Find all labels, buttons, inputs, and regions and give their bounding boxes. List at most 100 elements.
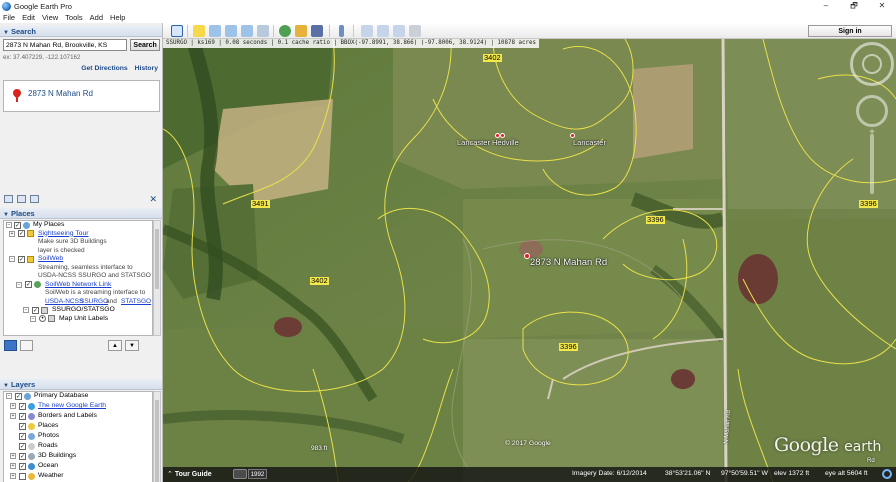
checkbox[interactable]: ✓: [19, 462, 26, 470]
history-link[interactable]: History: [135, 65, 158, 72]
layer-row[interactable]: − ✓ Primary Database: [4, 392, 152, 402]
place-label-lancaster-hedville[interactable]: Lancaster Hedville: [457, 138, 519, 147]
historical-imagery-button[interactable]: [233, 469, 247, 479]
menu-file[interactable]: File: [3, 13, 15, 22]
expand-icon[interactable]: +: [10, 453, 16, 459]
move-up-button[interactable]: ▲: [108, 340, 122, 351]
copy-icon[interactable]: [17, 195, 26, 203]
layer-row[interactable]: ✓ Photos: [4, 432, 152, 442]
usda-ncss-link[interactable]: USDA-NCSS: [45, 298, 83, 305]
tree-row-ssurgo[interactable]: − ✓ SSURGO/STATSGO: [4, 306, 152, 315]
ruler-icon[interactable]: [339, 25, 344, 37]
record-tour-icon[interactable]: [257, 25, 269, 37]
add-overlay-icon[interactable]: [241, 25, 253, 37]
soil-map-unit-label[interactable]: 3402: [310, 277, 329, 285]
add-placemark-icon[interactable]: [193, 25, 205, 37]
checkbox[interactable]: ✓: [32, 306, 39, 314]
place-label-lancaster[interactable]: Lancaster: [573, 138, 606, 147]
checkbox[interactable]: [19, 472, 26, 480]
sunlight-icon[interactable]: [295, 25, 307, 37]
sidebar-toggle-icon[interactable]: [171, 25, 183, 37]
planets-icon[interactable]: [311, 25, 323, 37]
menu-edit[interactable]: Edit: [22, 13, 35, 22]
add-to-places-icon[interactable]: [4, 195, 13, 203]
ssurgo-link[interactable]: SSURGO: [80, 298, 108, 305]
zoom-slider[interactable]: [870, 134, 874, 194]
layer-row[interactable]: + Weather: [4, 472, 152, 482]
statsgo-link[interactable]: STATSGO: [121, 298, 151, 305]
places-scrollbar[interactable]: [153, 220, 161, 336]
tree-row-my-places[interactable]: − ✓ My Places: [4, 221, 152, 230]
clear-search-icon[interactable]: ✕: [149, 194, 157, 205]
expand-icon[interactable]: +: [10, 463, 16, 469]
soil-map-unit-label[interactable]: 3396: [559, 343, 578, 351]
layer-row[interactable]: ✓ Roads: [4, 442, 152, 452]
imagery-year-label[interactable]: 1992: [248, 469, 267, 479]
checkbox[interactable]: ✓: [19, 452, 26, 460]
map-viewport[interactable]: SSURGO | ks169 | 0.08 seconds | 0.1 cach…: [163, 39, 896, 482]
move-down-button[interactable]: ▼: [125, 340, 139, 351]
search-result-item[interactable]: 2873 N Mahan Rd: [3, 80, 160, 112]
layer-row[interactable]: ✓ Places: [4, 422, 152, 432]
search-button[interactable]: Search: [130, 39, 160, 51]
move-joystick-icon[interactable]: [856, 95, 888, 127]
tour-guide-button[interactable]: ⌃ Tour Guide: [167, 470, 212, 478]
checkbox[interactable]: ✓: [19, 442, 26, 450]
layer-row[interactable]: + ✓ Ocean: [4, 462, 152, 472]
collapse-icon[interactable]: −: [9, 256, 15, 262]
checkbox[interactable]: ✓: [19, 432, 26, 440]
collapse-icon[interactable]: −: [23, 307, 29, 313]
places-header[interactable]: ▼ Places: [0, 208, 162, 219]
expand-icon[interactable]: +: [10, 413, 16, 419]
menu-tools[interactable]: Tools: [65, 13, 83, 22]
checkbox[interactable]: ✓: [14, 221, 21, 229]
expand-icon[interactable]: +: [9, 230, 15, 237]
search-input[interactable]: [3, 39, 128, 51]
email-icon[interactable]: [361, 25, 373, 37]
view-in-maps-icon[interactable]: [409, 25, 421, 37]
radio-button[interactable]: •: [39, 315, 46, 322]
sign-in-button[interactable]: Sign in: [808, 25, 892, 37]
tree-row-map-unit-labels[interactable]: − • Map Unit Labels: [4, 315, 152, 324]
add-path-icon[interactable]: [225, 25, 237, 37]
layer-label[interactable]: The new Google Earth: [38, 402, 106, 409]
menu-view[interactable]: View: [42, 13, 58, 22]
historical-imagery-icon[interactable]: [279, 25, 291, 37]
tree-row-sightseeing[interactable]: + ✓ Sightseeing Tour: [4, 230, 152, 239]
soil-map-unit-label[interactable]: 3396: [859, 200, 878, 208]
earth-view-button[interactable]: [4, 340, 17, 351]
checkbox[interactable]: ✓: [18, 230, 25, 237]
expand-icon[interactable]: +: [10, 403, 16, 409]
minimize-button[interactable]: –: [812, 0, 840, 12]
menu-help[interactable]: Help: [110, 13, 125, 22]
print-icon[interactable]: [30, 195, 39, 203]
print-icon[interactable]: [377, 25, 389, 37]
add-polygon-icon[interactable]: [209, 25, 221, 37]
search-result-map-label[interactable]: 2873 N Mahan Rd: [530, 257, 607, 268]
north-up-icon[interactable]: [862, 54, 882, 74]
checkbox[interactable]: ✓: [19, 412, 26, 420]
checkbox[interactable]: ✓: [25, 281, 32, 288]
collapse-icon[interactable]: −: [16, 281, 22, 288]
menu-add[interactable]: Add: [90, 13, 103, 22]
checkbox[interactable]: ✓: [15, 392, 22, 400]
collapse-icon[interactable]: −: [6, 393, 12, 399]
soil-map-unit-label[interactable]: 3402: [483, 54, 502, 62]
layer-row[interactable]: + ✓ The new Google Earth: [4, 402, 152, 412]
tree-row-soilweb[interactable]: − ✓ SoilWeb: [4, 255, 152, 264]
save-image-icon[interactable]: [393, 25, 405, 37]
checkbox[interactable]: ✓: [18, 255, 25, 263]
checkbox[interactable]: ✓: [19, 402, 26, 410]
collapse-icon[interactable]: −: [6, 222, 12, 228]
layer-row[interactable]: + ✓ 3D Buildings: [4, 452, 152, 462]
get-directions-link[interactable]: Get Directions: [81, 65, 127, 72]
close-button[interactable]: ✕: [868, 0, 896, 12]
restore-button[interactable]: 🗗: [840, 0, 868, 12]
layers-scrollbar[interactable]: [153, 391, 161, 482]
soil-map-unit-label[interactable]: 3396: [646, 216, 665, 224]
expand-icon[interactable]: +: [10, 473, 16, 479]
soil-map-unit-label[interactable]: 3491: [251, 200, 270, 208]
layer-row[interactable]: + ✓ Borders and Labels: [4, 412, 152, 422]
tree-row-network-link[interactable]: − ✓ SoilWeb Network Link: [4, 281, 152, 290]
collapse-icon[interactable]: −: [30, 315, 36, 322]
